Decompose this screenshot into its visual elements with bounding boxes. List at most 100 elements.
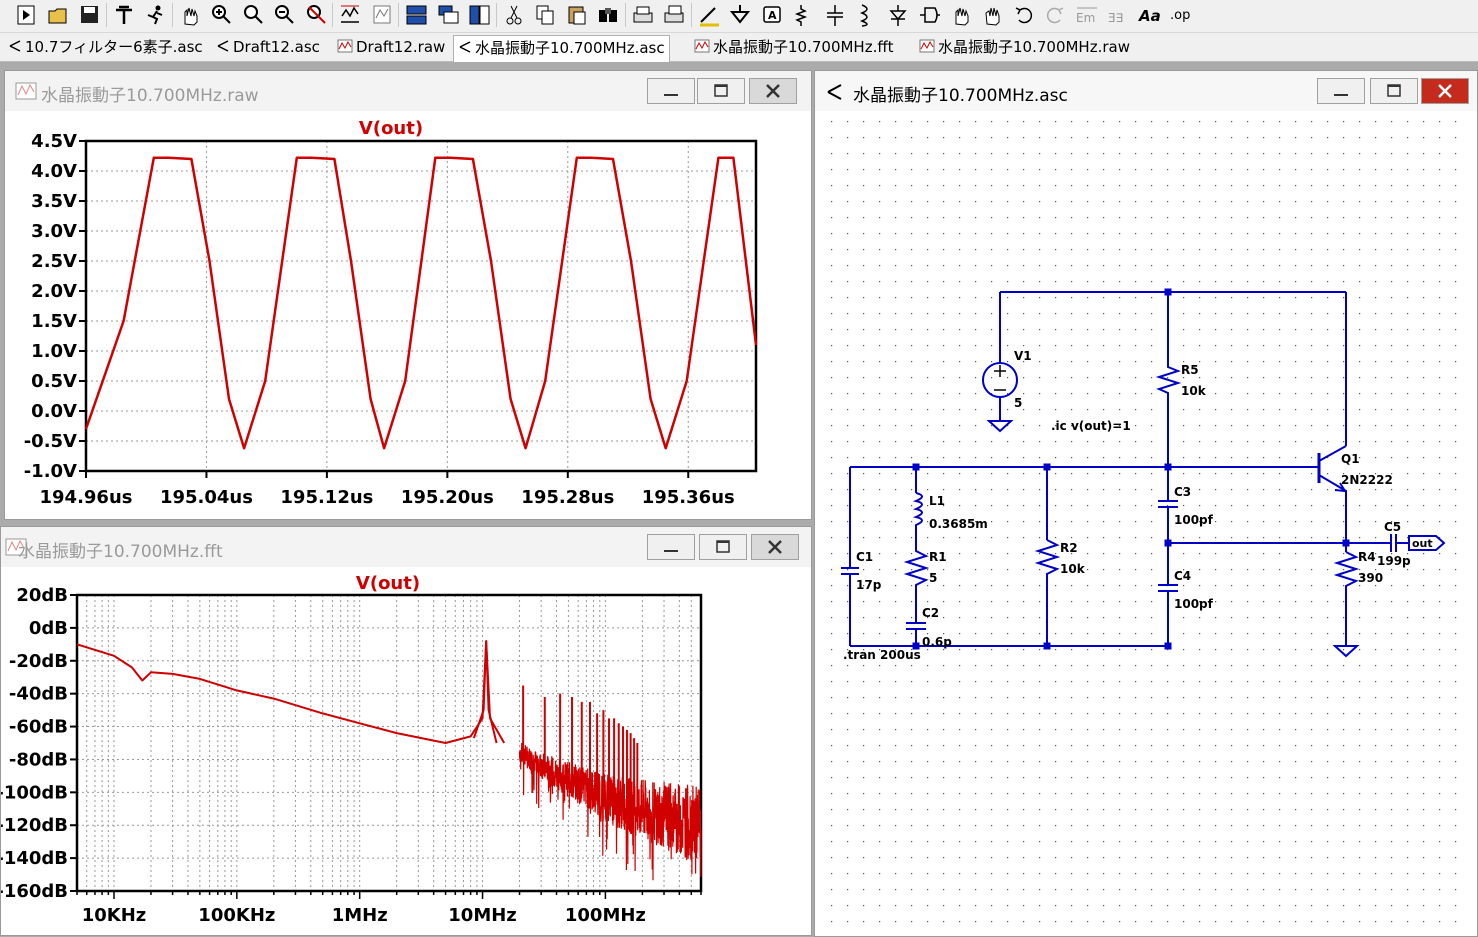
close-button[interactable] — [1421, 78, 1469, 104]
component-ref-r2[interactable]: R2 — [1060, 541, 1078, 555]
component-value-c3[interactable]: 100pf — [1174, 513, 1214, 527]
tab-draft12-asc[interactable]: Draft12.asc — [212, 35, 324, 59]
tile-vertical-icon[interactable] — [467, 2, 491, 28]
r4-resistor-icon[interactable] — [1333, 551, 1360, 646]
close-button[interactable] — [749, 78, 797, 104]
cut-icon[interactable] — [502, 2, 526, 28]
copy-icon[interactable] — [533, 2, 557, 28]
run-icon[interactable] — [14, 2, 38, 28]
component-ref-r4[interactable]: R4 — [1358, 550, 1376, 564]
l1-inductor-icon[interactable] — [912, 492, 923, 546]
rotate-icon[interactable]: Em — [1075, 2, 1099, 28]
junction — [1164, 642, 1172, 650]
move-icon[interactable] — [949, 2, 973, 28]
schematic-canvas[interactable]: V1 5 R5 10k Q1 2N2222 C3 100pf C4 100pf R4 390 C5 199… — [825, 113, 1470, 933]
maximize-button[interactable] — [699, 534, 747, 560]
print-setup-icon[interactable] — [662, 2, 686, 28]
paste-icon[interactable] — [565, 2, 589, 28]
c5-capacitor-icon[interactable] — [1390, 534, 1397, 552]
r5-resistor-icon[interactable] — [1155, 361, 1182, 401]
close-button[interactable] — [751, 534, 799, 560]
component-ref-c3[interactable]: C3 — [1174, 485, 1191, 499]
component-ref-r5[interactable]: R5 — [1181, 363, 1199, 377]
component-icon[interactable] — [917, 2, 941, 28]
tab-draft12-raw[interactable]: Draft12.raw — [333, 35, 449, 59]
fft-plot[interactable]: 10KHz 100KHz 1MHz 10MHz 100MHz 20dB 0dB -20dB -4… — [1, 567, 801, 935]
component-value-c1[interactable]: 17p — [856, 578, 882, 592]
raw-window-titlebar[interactable]: 水晶振動子10.700MHz.raw — [5, 71, 811, 111]
component-value-l1[interactable]: 0.3685m — [929, 517, 988, 531]
run-sim-icon[interactable] — [143, 2, 167, 28]
print-icon[interactable] — [631, 2, 655, 28]
zoom-in-icon[interactable] — [209, 2, 233, 28]
trace-label[interactable]: V(out) — [356, 573, 420, 594]
component-value-r2[interactable]: 10k — [1060, 562, 1086, 576]
pan-icon[interactable] — [178, 2, 202, 28]
open-icon[interactable] — [46, 2, 70, 28]
zoom-out-icon[interactable] — [272, 2, 296, 28]
maximize-button[interactable] — [1370, 78, 1418, 104]
zoom-cancel-icon[interactable] — [304, 2, 328, 28]
resistor-icon[interactable] — [791, 2, 815, 28]
maximize-button[interactable] — [697, 78, 745, 104]
diode-icon[interactable] — [886, 2, 910, 28]
c4-capacitor-icon[interactable] — [1158, 584, 1178, 592]
mirror-icon[interactable]: Ǝ∃ — [1106, 2, 1130, 28]
capacitor-icon[interactable] — [823, 2, 847, 28]
y-tick-label: 1.5V — [31, 311, 77, 332]
component-value-r1[interactable]: 5 — [929, 571, 937, 585]
component-value-q1[interactable]: 2N2222 — [1341, 473, 1393, 487]
tab-crystal-asc[interactable]: 水晶振動子10.700MHz.asc — [453, 35, 670, 62]
component-ref-r1[interactable]: R1 — [929, 550, 947, 564]
minimize-button[interactable] — [647, 78, 695, 104]
wire-icon[interactable] — [697, 2, 721, 28]
autorange-icon[interactable] — [338, 2, 362, 28]
tile-horizontal-icon[interactable] — [404, 2, 428, 28]
minimize-button[interactable] — [647, 534, 695, 560]
tab-filter-asc[interactable]: 10.7フィルター6素子.asc — [4, 35, 207, 59]
tran-directive[interactable]: .tran 200us — [843, 648, 921, 662]
ground-icon[interactable] — [728, 2, 752, 28]
undo-icon[interactable] — [1012, 2, 1036, 28]
redo-icon[interactable] — [1043, 2, 1067, 28]
save-icon[interactable] — [77, 2, 101, 28]
tab-crystal-raw[interactable]: 水晶振動子10.700MHz.raw — [915, 35, 1134, 59]
component-value-c2[interactable]: 0.6p — [922, 635, 952, 649]
wave-icon[interactable] — [370, 2, 394, 28]
component-ref-c2[interactable]: C2 — [922, 606, 939, 620]
component-ref-c1[interactable]: C1 — [856, 550, 873, 564]
component-ref-l1[interactable]: L1 — [929, 494, 945, 508]
component-value-r4[interactable]: 390 — [1358, 571, 1383, 585]
component-ref-c4[interactable]: C4 — [1174, 569, 1191, 583]
label-icon[interactable]: A — [760, 2, 784, 28]
c1-capacitor-icon[interactable] — [841, 567, 859, 575]
minimize-button[interactable] — [1317, 78, 1365, 104]
find-icon[interactable] — [596, 2, 620, 28]
component-ref-v1[interactable]: V1 — [1014, 349, 1032, 363]
c3-capacitor-icon[interactable] — [1158, 500, 1178, 508]
component-value-c5[interactable]: 199p — [1377, 554, 1411, 568]
c2-capacitor-icon[interactable] — [906, 622, 926, 630]
zoom-area-icon[interactable] — [241, 2, 265, 28]
schematic-window-titlebar[interactable]: 水晶振動子10.700MHz.asc — [815, 71, 1477, 111]
component-value-v1[interactable]: 5 — [1014, 396, 1022, 410]
ic-directive[interactable]: .ic v(out)=1 — [1051, 419, 1131, 433]
component-ref-q1[interactable]: Q1 — [1341, 452, 1360, 466]
inductor-icon[interactable] — [854, 2, 878, 28]
transient-plot[interactable]: 4.5V 4.0V 3.5V 3.0V 2.5V 2.0V 1.5V 1.0V 0.5V 0.0V… — [13, 111, 803, 516]
waveform-icon — [694, 36, 710, 60]
out-net-label[interactable]: out — [1412, 537, 1433, 550]
schematic-window-title: 水晶振動子10.700MHz.asc — [853, 86, 1068, 106]
component-value-c4[interactable]: 100pf — [1174, 597, 1214, 611]
cascade-icon[interactable] — [436, 2, 460, 28]
text-icon[interactable]: Aa — [1138, 2, 1162, 28]
control-panel-icon[interactable] — [112, 2, 136, 28]
r2-resistor-icon[interactable] — [1034, 539, 1061, 646]
component-value-r5[interactable]: 10k — [1181, 384, 1207, 398]
fft-window-titlebar[interactable]: 水晶振動子10.700MHz.fft — [1, 527, 811, 567]
spice-directive-icon[interactable]: .op — [1169, 2, 1193, 28]
trace-label[interactable]: V(out) — [359, 118, 423, 139]
component-ref-c5[interactable]: C5 — [1384, 520, 1401, 534]
tab-crystal-fft[interactable]: 水晶振動子10.700MHz.fft — [690, 35, 898, 59]
drag-icon[interactable] — [980, 2, 1004, 28]
